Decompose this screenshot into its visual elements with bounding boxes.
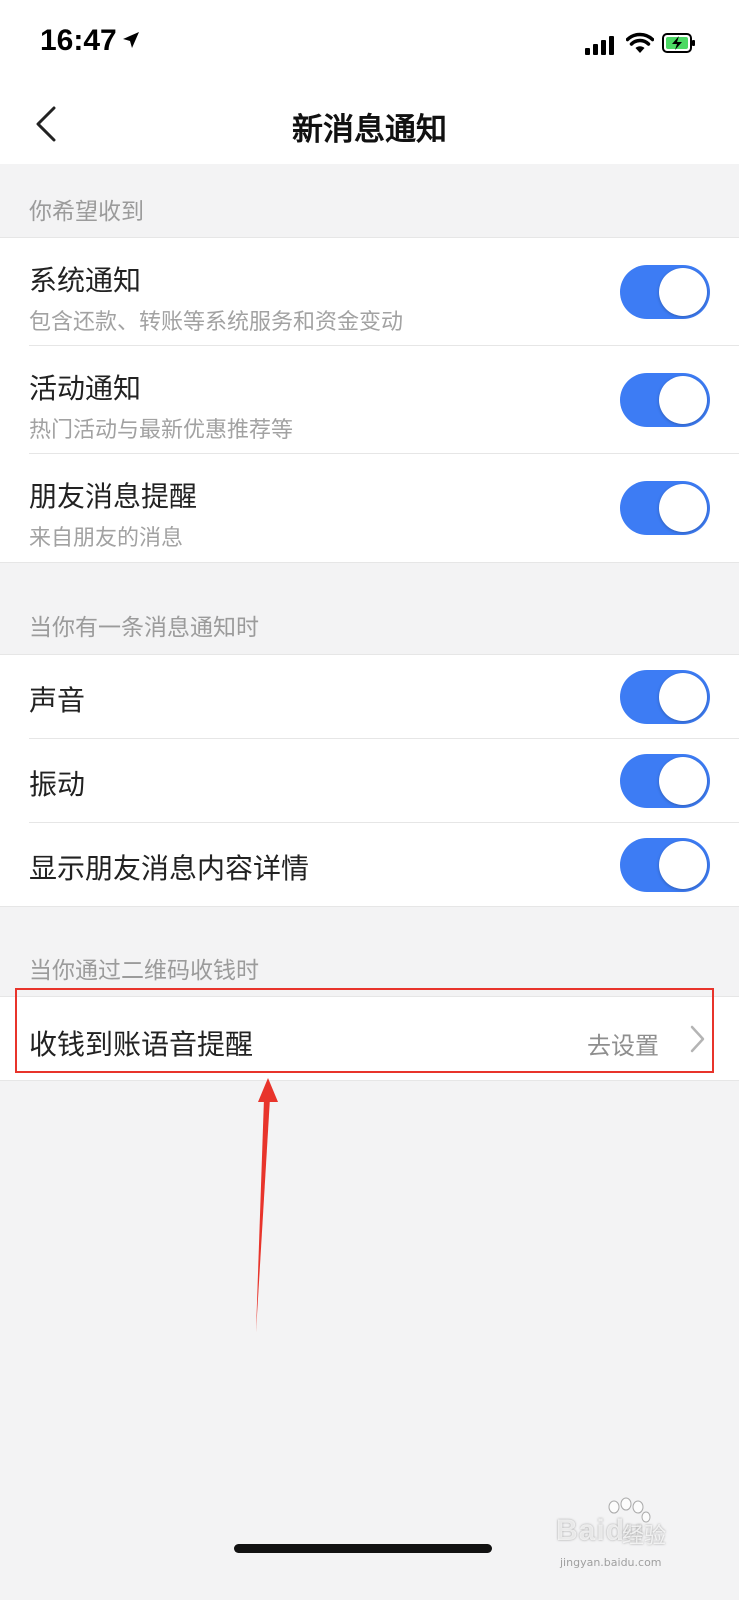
row-title: 系统通知	[29, 264, 142, 297]
list-item-activity-notice: 活动通知 热门活动与最新优惠推荐等	[0, 346, 739, 454]
friend-message-toggle[interactable]	[620, 481, 710, 535]
list-item-vibration: 振动	[0, 739, 739, 823]
activity-notice-toggle[interactable]	[620, 373, 710, 427]
cellular-signal-icon	[585, 36, 614, 55]
row-title: 显示朋友消息内容详情	[29, 852, 310, 885]
show-details-toggle[interactable]	[620, 838, 710, 892]
row-title: 振动	[29, 768, 86, 801]
page-title: 新消息通知	[292, 112, 447, 148]
watermark-url: jingyan.baidu.com	[560, 1556, 662, 1569]
row-subtitle: 来自朋友的消息	[29, 526, 184, 551]
battery-charging-icon	[662, 33, 695, 53]
row-title: 声音	[29, 684, 86, 717]
list-item-show-details: 显示朋友消息内容详情	[0, 823, 739, 906]
list-item-sound: 声音	[0, 655, 739, 739]
home-indicator[interactable]	[234, 1544, 492, 1553]
row-title: 活动通知	[29, 372, 142, 405]
wifi-icon	[626, 32, 654, 53]
list-item-friend-message: 朋友消息提醒 来自朋友的消息	[0, 454, 739, 562]
vibration-toggle[interactable]	[620, 754, 710, 808]
row-title: 朋友消息提醒	[29, 480, 198, 513]
watermark-suffix: 经验	[622, 1524, 667, 1549]
status-time: 16:47	[40, 24, 117, 57]
sound-toggle[interactable]	[620, 670, 710, 724]
row-subtitle: 热门活动与最新优惠推荐等	[29, 418, 294, 443]
section-card-on-message: 声音 振动 显示朋友消息内容详情	[0, 654, 739, 907]
system-notice-toggle[interactable]	[620, 265, 710, 319]
annotation-highlight-box	[15, 988, 714, 1073]
list-item-system-notice: 系统通知 包含还款、转账等系统服务和资金变动	[0, 238, 739, 346]
location-arrow-icon	[123, 32, 139, 48]
row-subtitle: 包含还款、转账等系统服务和资金变动	[29, 310, 404, 335]
section-card-receive: 系统通知 包含还款、转账等系统服务和资金变动 活动通知 热门活动与最新优惠推荐等…	[0, 237, 739, 563]
navigation-bar: 新消息通知	[0, 82, 739, 164]
status-bar: 16:47	[0, 0, 739, 82]
